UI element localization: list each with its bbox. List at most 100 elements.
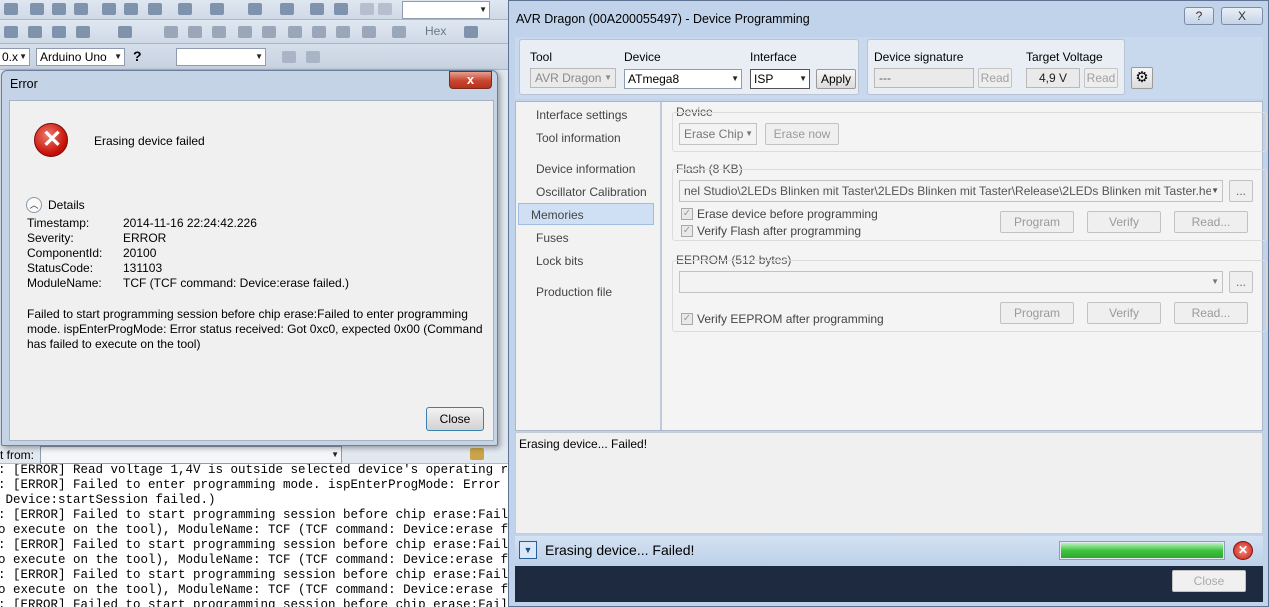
eeprom-read-button[interactable]: Read... (1174, 302, 1248, 324)
help-button[interactable]: ? (1184, 7, 1214, 25)
ide-combo-empty[interactable]: ▼ (402, 1, 490, 19)
output-clear-icon[interactable] (470, 448, 484, 460)
watch-icon[interactable] (362, 26, 376, 38)
copy-icon[interactable] (124, 3, 138, 15)
indent-icon[interactable] (4, 26, 18, 38)
board-combo[interactable]: Arduino Uno ▼ (36, 48, 125, 66)
device-programming-window: AVR Dragon (00A200055497) - Device Progr… (508, 0, 1269, 607)
flash-program-button[interactable]: Program (1000, 211, 1074, 233)
status-text: Erasing device... Failed! (545, 542, 695, 558)
voltage-read-button[interactable]: Read (1084, 68, 1118, 88)
pin-icon[interactable] (306, 51, 320, 63)
erase-now-button[interactable]: Erase now (765, 123, 839, 145)
window-close-button[interactable]: X (1221, 7, 1263, 25)
verify-flash-checkbox[interactable]: ✓ (681, 225, 693, 237)
settings-gear-icon[interactable]: ⚙ (1131, 67, 1153, 89)
main-panel: Interface settings Tool information Devi… (515, 101, 1267, 431)
eeprom-browse-button[interactable]: ... (1229, 271, 1253, 293)
error-field-value: 2014-11-16 22:24:42.226 (123, 216, 257, 230)
flash-browse-button[interactable]: ... (1229, 180, 1253, 202)
nav-tool-information[interactable]: Tool information (524, 127, 660, 149)
error-field-value: TCF (TCF command: Device:erase failed.) (123, 276, 350, 290)
step-over-icon[interactable] (312, 26, 326, 38)
pause-icon[interactable] (212, 26, 226, 38)
signature-read-button[interactable]: Read (978, 68, 1012, 88)
comment-icon[interactable] (28, 26, 42, 38)
flash-file-combo[interactable]: nel Studio\2LEDs Blinken mit Taster\2LED… (679, 180, 1223, 202)
play-icon[interactable] (360, 3, 374, 15)
error-message: Erasing device failed (94, 134, 205, 148)
breakpoint-icon[interactable] (392, 26, 406, 38)
details-toggle[interactable]: Details (48, 198, 85, 212)
output-line: o execute on the tool), ModuleName: TCF … (0, 523, 510, 537)
device-combo[interactable]: ATmega8 ▼ (624, 69, 742, 89)
flash-section: nel Studio\2LEDs Blinken mit Taster\2LED… (672, 169, 1267, 241)
undo-icon[interactable] (178, 3, 192, 15)
interface-combo[interactable]: ISP ▼ (750, 69, 810, 89)
find-icon[interactable] (280, 3, 294, 15)
stop-icon[interactable] (282, 51, 296, 63)
redo-icon[interactable] (210, 3, 224, 15)
spell-icon[interactable] (76, 26, 90, 38)
version-combo[interactable]: 0.x ▼ (0, 48, 30, 66)
version-combo-value: 0.x (2, 50, 19, 64)
nav-memories[interactable]: Memories (518, 203, 654, 225)
error-close-button[interactable]: Close (426, 407, 484, 431)
uncomment-icon[interactable] (52, 26, 66, 38)
nav-oscillator-calibration[interactable]: Oscillator Calibration (524, 181, 660, 203)
error-icon: ✕ (34, 123, 68, 157)
bookmark-icon[interactable] (118, 26, 132, 38)
nav-device-information[interactable]: Device information (524, 158, 660, 180)
erase-before-checkbox[interactable]: ✓ (681, 208, 693, 220)
erase-mode-value: Erase Chip (684, 127, 744, 141)
close-icon[interactable]: x (449, 71, 492, 89)
footer-bar: Close (515, 566, 1263, 602)
erase-mode-combo[interactable]: Erase Chip ▼ (679, 123, 757, 145)
nav-production-file[interactable]: Production file (524, 281, 660, 303)
detail-line-2: mode. ispEnterProgMode: Error status rec… (27, 322, 483, 336)
memory-icon[interactable] (464, 26, 478, 38)
flash-verify-button[interactable]: Verify (1087, 211, 1161, 233)
eeprom-file-combo[interactable]: ▼ (679, 271, 1223, 293)
step-out-icon[interactable] (336, 26, 350, 38)
help-icon[interactable]: ? (133, 48, 142, 64)
eeprom-verify-button[interactable]: Verify (1087, 302, 1161, 324)
navigate-icon[interactable] (248, 3, 262, 15)
error-dialog: Error x ✕ Erasing device failed ︿ Detail… (1, 70, 498, 446)
tool-combo-value: AVR Dragon (535, 71, 602, 85)
flash-read-button[interactable]: Read... (1174, 211, 1248, 233)
device-icon[interactable] (334, 3, 348, 15)
step-into-icon[interactable] (288, 26, 302, 38)
expand-log-icon[interactable]: ▼ (519, 541, 537, 559)
ide-toolbar-debug: Hex (0, 20, 510, 44)
tool-combo[interactable]: AVR Dragon ▼ (530, 68, 616, 88)
eeprom-program-button[interactable]: Program (1000, 302, 1074, 324)
nav-fuses[interactable]: Fuses (524, 227, 660, 249)
nav-lock-bits[interactable]: Lock bits (524, 250, 660, 272)
voltage-value: 4,9 V (1026, 68, 1080, 88)
cut-icon[interactable] (4, 3, 18, 15)
apply-button[interactable]: Apply (816, 69, 856, 89)
verify-eeprom-checkbox[interactable]: ✓ (681, 313, 693, 325)
stop-icon[interactable] (238, 26, 252, 38)
output-line: : [ERROR] Read voltage 1,4V is outside s… (0, 464, 510, 477)
start-debug-icon[interactable] (164, 26, 178, 38)
run-icon[interactable] (262, 26, 276, 38)
nav-interface-settings[interactable]: Interface settings (524, 104, 660, 126)
paste-icon[interactable] (148, 3, 162, 15)
save-all-icon[interactable] (74, 3, 88, 15)
ide-combo-2[interactable]: ▼ (176, 48, 266, 66)
cut-icon[interactable] (102, 3, 116, 15)
footer-close-button[interactable]: Close (1172, 570, 1246, 592)
open-folder-icon[interactable] (30, 3, 44, 15)
show-output-combo[interactable]: ▼ (40, 446, 342, 464)
collapse-details-icon[interactable]: ︿ (26, 197, 42, 213)
solution-icon[interactable] (310, 3, 324, 15)
signature-voltage-group: Device signature --- Read Target Voltage… (867, 39, 1125, 95)
step-icon[interactable] (378, 3, 392, 15)
hex-toggle[interactable]: Hex (425, 24, 446, 38)
progress-fill (1061, 543, 1223, 558)
save-icon[interactable] (52, 3, 66, 15)
output-line: o execute on the tool), ModuleName: TCF … (0, 553, 510, 567)
continue-icon[interactable] (188, 26, 202, 38)
